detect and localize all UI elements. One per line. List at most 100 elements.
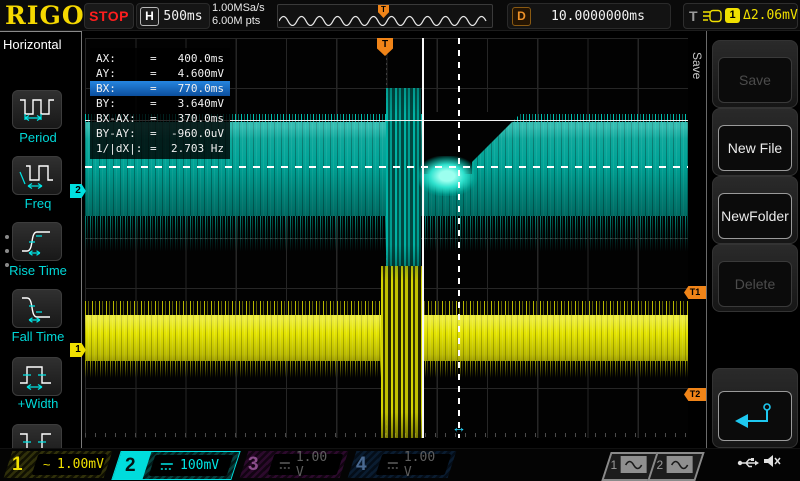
generator1-waveform-box — [621, 456, 647, 473]
cursor-row-inv-dx: 1/|dX|:=2.703 Hz — [90, 141, 230, 156]
cursor-row-ax: AX:=400.0ms — [90, 51, 230, 66]
period-label: Period — [0, 130, 76, 145]
channel1-scale-box: ~ 1.00mV — [32, 454, 108, 475]
sample-rate: 1.00MSa/s — [212, 2, 265, 15]
channel2-scale: 100mV — [180, 458, 219, 473]
fall-time-icon — [16, 291, 58, 325]
acquisition-info: 1.00MSa/s 6.00M pts — [212, 2, 265, 28]
fall-time-button[interactable] — [12, 289, 62, 328]
ac-coupling-icon: ~ — [43, 460, 51, 470]
right-menu-tab-label: Save — [690, 52, 704, 79]
scroll-dot — [5, 235, 9, 239]
generator2-waveform-box — [667, 456, 693, 473]
ch2-offset-marker[interactable]: 2 — [70, 184, 86, 198]
new-file-button-label: New File — [718, 125, 792, 171]
cursor-a-vertical-line[interactable] — [422, 38, 424, 438]
cursor-row-label: BX: — [96, 81, 150, 96]
cursor-row-label: 1/|dX|: — [96, 141, 150, 156]
cursor-b-horizontal-line[interactable] — [85, 166, 688, 168]
cursor-row-label: BY: — [96, 96, 150, 111]
channel2-status[interactable]: 2 100mV — [111, 451, 240, 480]
cursor-row-label: AY: — [96, 66, 150, 81]
rise-time-icon — [16, 224, 58, 258]
cursor-measurement-panel: AX:=400.0ms AY:=4.600mV BX:=770.0ms BY:=… — [90, 48, 230, 159]
run-stop-indicator[interactable]: STOP — [84, 3, 134, 29]
cursor-row-label: AX: — [96, 51, 150, 66]
cursor-b-drag-handle[interactable]: ↔ — [447, 420, 471, 436]
period-button[interactable] — [12, 90, 62, 129]
cursor-row-label: BX-AX: — [96, 111, 150, 126]
channel1-number: 1 — [12, 452, 23, 477]
channel4-scale: 1.00 V — [404, 450, 440, 480]
cursor-row-by-ay: BY-AY:=-960.0uV — [90, 126, 230, 141]
trigger-level-value: Δ2.06mV — [743, 8, 798, 24]
ch1-offset-marker[interactable]: 1 — [70, 343, 86, 357]
graticule: ↔ T AX:=400.0ms AY:=4.600mV BX:=770.0ms … — [85, 38, 688, 438]
speaker-muted-icon — [762, 453, 782, 469]
h-badge: H — [140, 7, 159, 26]
plus-width-label: +Width — [0, 396, 76, 411]
back-button[interactable] — [712, 368, 798, 448]
rise-time-label: Rise Time — [0, 263, 76, 278]
dc-coupling-icon — [160, 461, 174, 471]
cursor-row-value: 770.0ms — [164, 81, 224, 96]
plus-width-button[interactable] — [12, 357, 62, 396]
channel3-scale: 1.00 V — [296, 450, 332, 480]
timebase-value: 500ms — [161, 8, 205, 25]
sine-icon — [624, 459, 644, 471]
ch1-waveform-burst — [381, 266, 422, 438]
cursor-row-value: 2.703 Hz — [164, 141, 224, 156]
left-softkey-menu: Horizontal Period Freq Rise Time — [0, 31, 82, 449]
channel4-status[interactable]: 4 1.00 V — [348, 451, 457, 478]
freq-label: Freq — [0, 196, 76, 211]
equals-sign: = — [150, 51, 164, 66]
channel1-status[interactable]: 1 ~ 1.00mV — [4, 451, 113, 478]
cursor-row-value: 400.0ms — [164, 51, 224, 66]
new-folder-button-label: NewFolder — [718, 193, 792, 239]
delete-button[interactable]: Delete — [712, 244, 798, 312]
channel3-status[interactable]: 3 1.00 V — [240, 451, 349, 478]
left-menu-title: Horizontal — [3, 37, 62, 52]
save-button[interactable]: Save — [712, 40, 798, 108]
memory-depth: 6.00M pts — [212, 15, 265, 28]
period-icon — [16, 92, 58, 126]
equals-sign: = — [150, 126, 164, 141]
channel1-scale: 1.00mV — [57, 457, 104, 472]
t2-trigger-marker[interactable]: T2 — [684, 388, 706, 401]
delete-button-label: Delete — [718, 261, 792, 307]
channel2-scale-box: 100mV — [149, 455, 234, 476]
cursor-row-label: BY-AY: — [96, 126, 150, 141]
cursor-row-bx[interactable]: BX:=770.0ms — [90, 81, 230, 96]
delay-block: D 10.0000000ms — [507, 3, 671, 29]
trigger-source-badge: 1 — [725, 8, 740, 23]
trigger-label: T — [689, 7, 698, 25]
channel3-scale-box: 1.00 V — [268, 454, 344, 475]
t1-trigger-marker[interactable]: T1 — [684, 286, 706, 299]
equals-sign: = — [150, 111, 164, 126]
cursor-b-vertical-line[interactable] — [458, 38, 460, 438]
save-button-label: Save — [718, 57, 792, 103]
equals-sign: = — [150, 66, 164, 81]
plus-width-icon — [16, 359, 58, 393]
new-file-button[interactable]: New File — [712, 108, 798, 176]
rise-time-button[interactable] — [12, 222, 62, 261]
channel3-number: 3 — [248, 452, 259, 477]
generator2-number: 2 — [656, 458, 663, 472]
equals-sign: = — [150, 81, 164, 96]
freq-icon — [16, 158, 58, 192]
fall-time-label: Fall Time — [0, 329, 76, 344]
freq-button[interactable] — [12, 156, 62, 195]
trigger-position-marker[interactable]: T — [377, 38, 393, 56]
usb-icon — [737, 456, 759, 470]
edge-trigger-icon — [701, 7, 723, 25]
channel2-number: 2 — [125, 453, 136, 478]
channel4-number: 4 — [356, 452, 367, 477]
scroll-dot — [5, 249, 9, 253]
back-button-face — [718, 391, 792, 441]
new-folder-button[interactable]: NewFolder — [712, 176, 798, 244]
trigger-status-block: T 1 Δ2.06mV — [683, 3, 798, 29]
generator2-indicator: 2 — [647, 452, 704, 481]
generator1-number: 1 — [610, 458, 617, 472]
cursor-row-value: 4.600mV — [164, 66, 224, 81]
dc-coupling-icon — [279, 460, 290, 470]
